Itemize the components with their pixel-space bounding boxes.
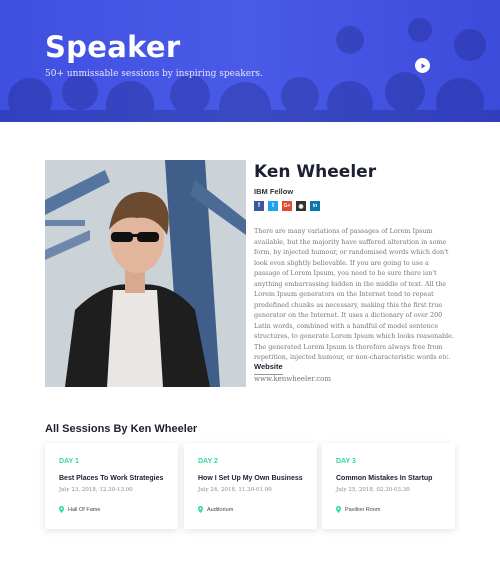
linkedin-icon[interactable]: in [310, 201, 320, 211]
social-links: f t G+ ◉ in [254, 201, 320, 211]
website-label: Website [254, 362, 283, 375]
session-title: Common Mistakes In Startup [336, 475, 433, 482]
speaker-role: IBM Fellow [254, 187, 294, 196]
session-title: Best Places To Work Strategies [59, 475, 164, 482]
facebook-icon[interactable]: f [254, 201, 264, 211]
session-day: DAY 3 [336, 458, 356, 465]
session-location: Auditorium [198, 506, 233, 513]
location-pin-icon [198, 506, 203, 513]
speaker-photo [45, 160, 246, 387]
session-card[interactable]: DAY 1 Best Places To Work Strategies Jul… [45, 443, 178, 529]
speaker-bio: There are many variations of passages of… [254, 227, 454, 361]
session-card[interactable]: DAY 2 How I Set Up My Own Business July … [184, 443, 317, 529]
location-pin-icon [336, 506, 341, 513]
session-location-label: Hall Of Fame [68, 506, 101, 513]
play-video-button[interactable] [415, 58, 430, 73]
session-day: DAY 2 [198, 458, 218, 465]
google-plus-icon[interactable]: G+ [282, 201, 292, 211]
github-icon[interactable]: ◉ [296, 201, 306, 211]
session-location-label: Auditorium [207, 506, 234, 513]
play-icon [421, 63, 425, 68]
session-location-label: Pavilion Room [345, 506, 381, 513]
session-location: Pavilion Room [336, 506, 380, 513]
session-location: Hall Of Fame [59, 506, 100, 513]
location-pin-icon [59, 506, 64, 513]
session-day: DAY 1 [59, 458, 79, 465]
session-time: July 23, 2018, 12.30-13.00 [59, 487, 133, 493]
twitter-icon[interactable]: t [268, 201, 278, 211]
website-link[interactable]: www.kenwheeler.com [254, 375, 331, 383]
session-time: July 25, 2018, 02.30-03.30 [336, 487, 410, 493]
session-title: How I Set Up My Own Business [198, 475, 303, 482]
speaker-portrait-image [45, 160, 246, 387]
speaker-name: Ken Wheeler [254, 162, 377, 182]
sessions-heading: All Sessions By Ken Wheeler [45, 423, 198, 435]
page-title: Speaker [45, 30, 181, 64]
page-hero: Speaker 50+ unmissable sessions by inspi… [0, 0, 500, 122]
session-card[interactable]: DAY 3 Common Mistakes In Startup July 25… [322, 443, 455, 529]
session-time: July 24, 2018, 11.30-01.00 [198, 487, 272, 493]
page-subtitle: 50+ unmissable sessions by inspiring spe… [45, 69, 263, 79]
